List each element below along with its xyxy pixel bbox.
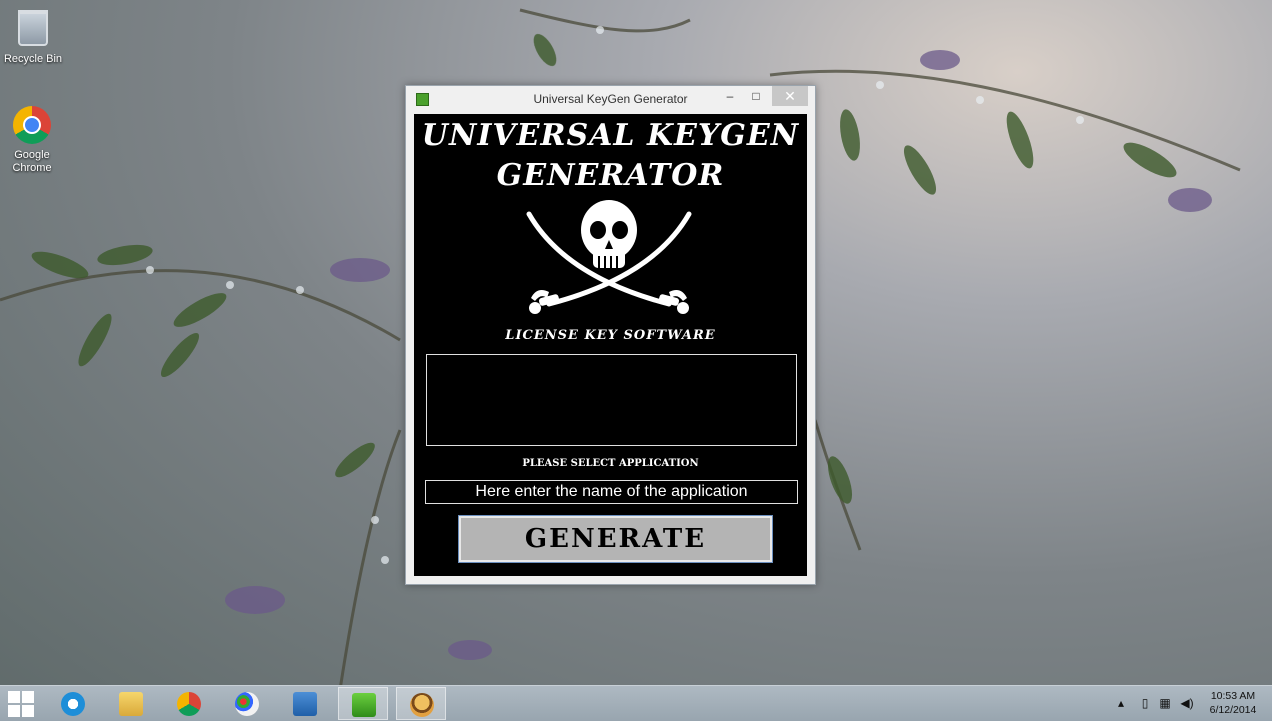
license-subtitle: LICENSE KEY SOFTWARE bbox=[505, 328, 716, 343]
desktop-icon-recycle-bin[interactable]: Recycle Bin bbox=[2, 6, 64, 66]
taskbar-burger-app[interactable] bbox=[396, 687, 446, 720]
taskbar-paint[interactable] bbox=[222, 687, 272, 720]
network-icon[interactable]: ▦ bbox=[1158, 696, 1172, 710]
chrome-icon bbox=[177, 692, 201, 716]
volume-icon[interactable]: ◀) bbox=[1180, 696, 1194, 710]
taskbar-chrome[interactable] bbox=[164, 687, 214, 720]
taskbar-internet-explorer[interactable] bbox=[48, 687, 98, 720]
maximize-button[interactable]: □ bbox=[742, 86, 770, 106]
taskbar-remote-desktop[interactable] bbox=[280, 687, 330, 720]
title-bar[interactable]: Universal KeyGen Generator – □ ✕ bbox=[406, 86, 815, 112]
desktop-icon-google-chrome[interactable]: Google Chrome bbox=[2, 106, 62, 175]
close-button[interactable]: ✕ bbox=[772, 86, 808, 106]
select-application-label: PLEASE SELECT APPLICATION bbox=[522, 458, 699, 469]
keygen-app-icon bbox=[352, 693, 376, 717]
internet-explorer-icon bbox=[61, 692, 85, 716]
keygen-panel: UNIVERSAL KEYGEN GENERATOR LICENSE KEY S… bbox=[414, 114, 807, 576]
system-clock[interactable]: 10:53 AM 6/12/2014 bbox=[1200, 689, 1266, 717]
clock-time: 10:53 AM bbox=[1210, 690, 1256, 702]
application-name-input[interactable] bbox=[425, 480, 798, 504]
taskbar-keygen-app[interactable] bbox=[338, 687, 388, 720]
paint-icon bbox=[235, 692, 259, 716]
taskbar: ▴ ▯ ▦ ◀) 10:53 AM 6/12/2014 bbox=[0, 685, 1272, 721]
remote-desktop-icon bbox=[293, 692, 317, 716]
key-output-box bbox=[426, 354, 797, 446]
desktop-icon-label: Recycle Bin bbox=[3, 53, 63, 65]
file-explorer-icon bbox=[119, 692, 143, 716]
windows-start-button[interactable] bbox=[8, 691, 34, 717]
show-hidden-icon[interactable]: ▴ bbox=[1114, 696, 1128, 710]
banner-title-line2: GENERATOR bbox=[496, 158, 725, 193]
burger-app-icon bbox=[410, 693, 434, 717]
desktop-icon-label: Google Chrome bbox=[12, 149, 52, 174]
banner-title-line1: UNIVERSAL KEYGEN bbox=[421, 118, 800, 153]
clock-date: 6/12/2014 bbox=[1209, 704, 1257, 716]
recycle-bin-icon bbox=[13, 10, 53, 50]
chrome-icon bbox=[12, 106, 52, 146]
battery-icon[interactable]: ▯ bbox=[1138, 696, 1152, 710]
generate-button[interactable]: GENERATE bbox=[458, 515, 773, 563]
keygen-window: Universal KeyGen Generator – □ ✕ UNIVERS… bbox=[405, 85, 816, 585]
taskbar-file-explorer[interactable] bbox=[106, 687, 156, 720]
skull-crossed-swords-icon bbox=[526, 200, 692, 314]
minimize-button[interactable]: – bbox=[716, 86, 744, 106]
